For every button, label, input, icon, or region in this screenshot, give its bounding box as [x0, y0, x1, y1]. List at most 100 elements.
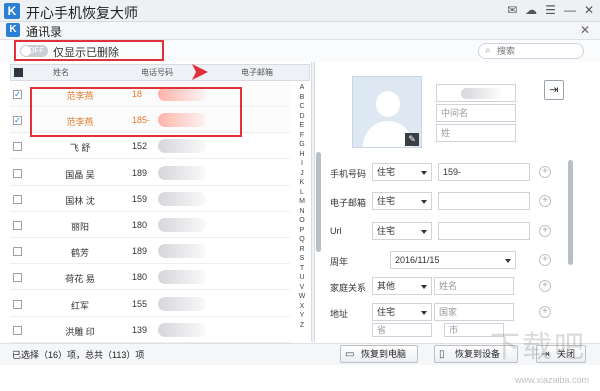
computer-icon: ▭ [345, 349, 355, 360]
add-address-icon[interactable]: + [539, 306, 551, 318]
redacted-mark [158, 165, 206, 180]
alphabet-letter[interactable]: P [300, 226, 305, 236]
table-row[interactable]: 洪雕 印 139 [10, 317, 290, 343]
message-icon[interactable]: ✉ [507, 3, 517, 17]
last-name-field[interactable]: 姓 [436, 124, 516, 142]
alphabet-letter[interactable]: K [300, 178, 305, 188]
alphabet-letter[interactable]: Q [299, 235, 304, 245]
address-label: 地址 [330, 309, 349, 319]
contact-phone: 159 [132, 193, 148, 204]
column-header-email[interactable]: 电子邮箱 [241, 67, 273, 78]
alphabet-letter[interactable]: J [300, 169, 304, 179]
annotation-arrow-icon [192, 64, 208, 80]
contact-phone: 155 [132, 298, 148, 309]
panel-splitter[interactable] [311, 62, 315, 342]
cloud-icon[interactable]: ☁ [525, 3, 537, 17]
menu-icon[interactable]: ☰ [545, 3, 556, 17]
email-value-field[interactable] [438, 192, 530, 210]
restore-to-pc-label: 恢复到电脑 [361, 349, 407, 359]
table-row[interactable]: 国晶 吴 189 [10, 160, 290, 186]
minimize-icon[interactable]: — [564, 3, 576, 17]
add-email-icon[interactable]: + [539, 195, 551, 207]
alphabet-letter[interactable]: A [300, 83, 305, 93]
row-checkbox[interactable] [13, 142, 22, 152]
alphabet-letter[interactable]: R [299, 245, 304, 255]
alphabet-letter[interactable]: V [300, 283, 305, 293]
phone-type-select[interactable]: 住宅 [372, 163, 432, 181]
alphabet-letter[interactable]: L [300, 188, 304, 198]
alphabet-index[interactable]: ABCDEFGHIJKLMNOPQRSTUVWXYZ [297, 83, 307, 330]
alphabet-letter[interactable]: W [299, 292, 306, 302]
contact-name: 国林 沈 [65, 195, 95, 206]
url-value-field[interactable] [438, 222, 530, 240]
contacts-header: K 通讯录 ✕ [0, 22, 600, 40]
panel-close-icon[interactable]: ✕ [580, 23, 590, 37]
row-checkbox[interactable] [13, 325, 22, 335]
alphabet-letter[interactable]: D [299, 112, 304, 122]
alphabet-letter[interactable]: S [300, 254, 305, 264]
search-box[interactable]: ⌕ [478, 43, 584, 59]
alphabet-letter[interactable]: T [300, 264, 304, 274]
add-url-icon[interactable]: + [539, 225, 551, 237]
row-checkbox[interactable] [13, 247, 22, 257]
column-header-name[interactable]: 姓名 [53, 67, 69, 78]
list-scrollbar[interactable] [316, 152, 321, 252]
row-checkbox[interactable]: ✓ [13, 90, 22, 99]
add-anniversary-icon[interactable]: + [539, 254, 551, 266]
province-field[interactable]: 省 [372, 323, 432, 337]
add-family-icon[interactable]: + [539, 280, 551, 292]
alphabet-letter[interactable]: B [300, 93, 305, 103]
alphabet-letter[interactable]: M [299, 197, 305, 207]
email-type-select[interactable]: 住宅 [372, 192, 432, 210]
device-icon: ▯ [439, 349, 445, 360]
alphabet-letter[interactable]: X [300, 302, 305, 312]
row-checkbox[interactable] [13, 194, 22, 204]
alphabet-letter[interactable]: H [299, 150, 304, 160]
restore-to-pc-button[interactable]: ▭ 恢复到电脑 [340, 345, 418, 363]
first-name-field[interactable] [436, 84, 516, 102]
row-checkbox[interactable] [13, 273, 22, 283]
redacted-mark [158, 244, 206, 259]
family-name-field[interactable]: 姓名 [434, 277, 514, 295]
edit-avatar-icon[interactable]: ✎ [405, 133, 419, 146]
add-phone-icon[interactable]: + [539, 166, 551, 178]
table-row[interactable]: 国林 沈 159 [10, 186, 290, 212]
column-header-phone[interactable]: 电话号码 [141, 67, 173, 78]
alphabet-letter[interactable]: I [301, 159, 303, 169]
table-row[interactable]: 红军 155 [10, 291, 290, 317]
select-all-checkbox[interactable] [14, 68, 23, 77]
row-checkbox[interactable] [13, 221, 22, 230]
table-row[interactable]: 鹤芳 189 [10, 239, 290, 265]
window-controls: ✉ ☁ ☰ — ✕ [507, 3, 594, 17]
contact-phone: 139 [132, 324, 148, 335]
redacted-mark [158, 322, 206, 337]
anniversary-date-picker[interactable]: 2016/11/15 [390, 251, 516, 269]
window-close-icon[interactable]: ✕ [584, 3, 594, 17]
phone-value-field[interactable]: 159- [438, 163, 530, 181]
row-checkbox[interactable] [13, 168, 22, 178]
alphabet-letter[interactable]: O [299, 216, 304, 226]
alphabet-letter[interactable]: Z [300, 321, 304, 331]
detail-scrollbar[interactable] [568, 160, 573, 265]
address-type-select[interactable]: 住宅 [372, 303, 432, 321]
middle-name-field[interactable]: 中间名 [436, 104, 516, 122]
selection-status: 已选择（16）项，总共（113）项 [12, 350, 145, 360]
table-row[interactable]: 飞 舒 152 [10, 134, 290, 160]
url-type-select[interactable]: 住宅 [372, 222, 432, 240]
table-row[interactable]: 丽阳 180 [10, 213, 290, 238]
alphabet-letter[interactable]: G [299, 140, 304, 150]
alphabet-letter[interactable]: C [299, 102, 304, 112]
contact-name: 洪雕 印 [65, 326, 95, 337]
alphabet-letter[interactable]: F [300, 131, 304, 141]
alphabet-letter[interactable]: Y [300, 311, 305, 321]
alphabet-letter[interactable]: N [299, 207, 304, 217]
family-type-select[interactable]: 其他 [372, 277, 432, 295]
table-row[interactable]: 荷花 易 180 [10, 265, 290, 291]
alphabet-letter[interactable]: U [299, 273, 304, 283]
search-input[interactable] [497, 44, 577, 58]
row-checkbox[interactable]: ✓ [13, 116, 22, 126]
country-field[interactable]: 国家 [434, 303, 514, 321]
alphabet-letter[interactable]: E [300, 121, 305, 131]
row-checkbox[interactable] [13, 299, 22, 309]
export-contact-icon[interactable]: ⇥ [544, 80, 564, 100]
